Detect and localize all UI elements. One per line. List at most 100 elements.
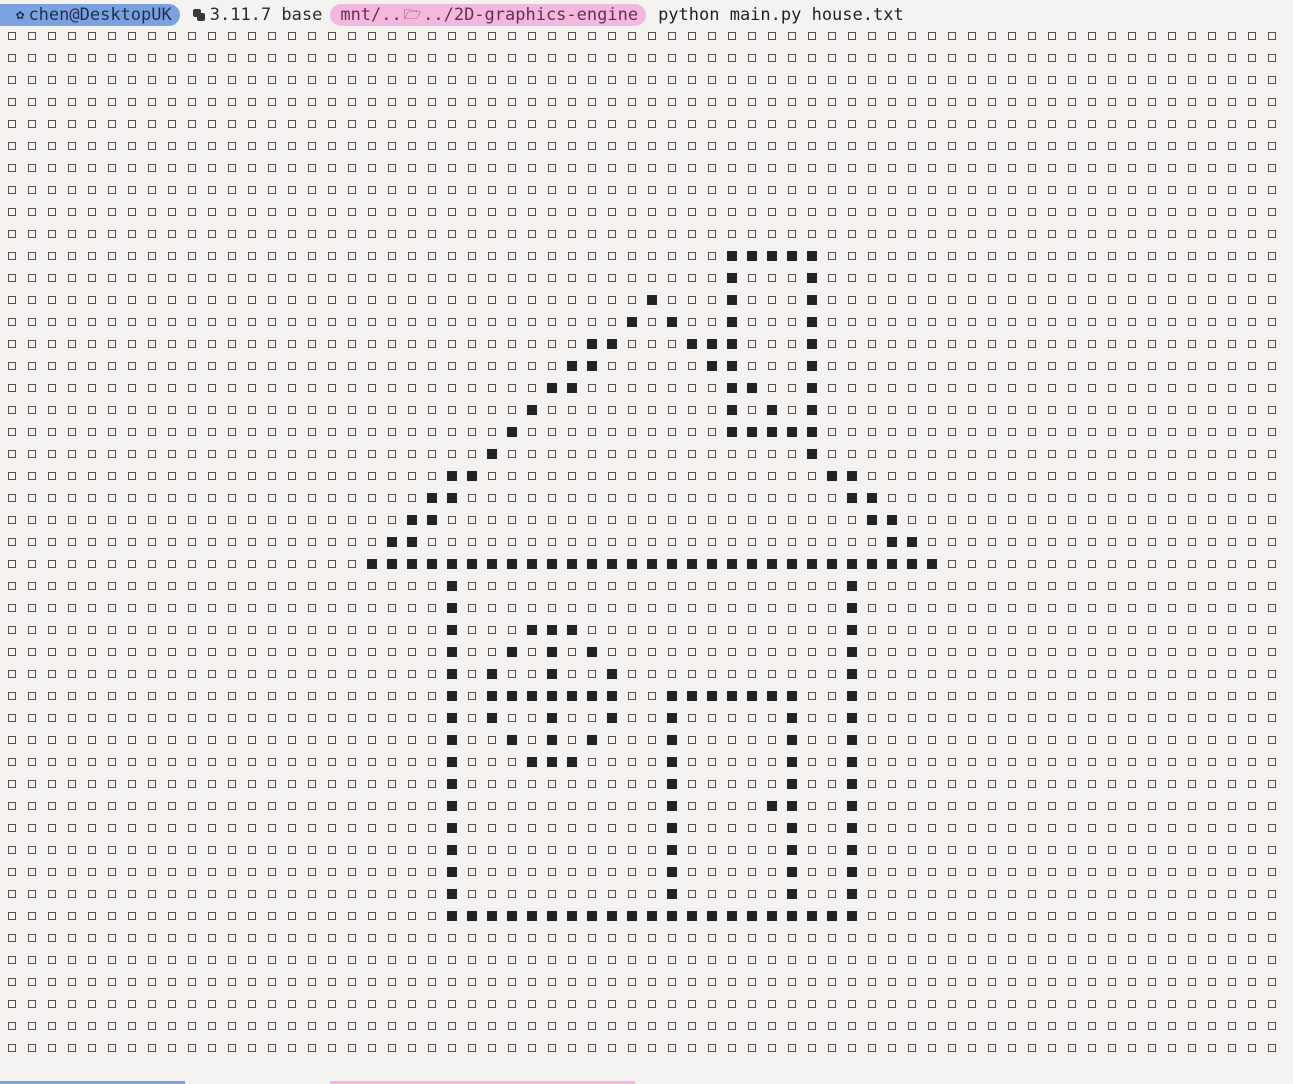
- empty-pixel: [848, 384, 856, 392]
- empty-pixel: [528, 142, 536, 150]
- empty-pixel: [768, 32, 776, 40]
- empty-pixel: [688, 164, 696, 172]
- empty-pixel: [488, 274, 496, 282]
- empty-pixel: [1268, 164, 1276, 172]
- empty-pixel: [1088, 978, 1096, 986]
- empty-pixel: [148, 780, 156, 788]
- empty-pixel: [568, 1044, 576, 1052]
- filled-pixel: [847, 625, 857, 635]
- empty-pixel: [68, 824, 76, 832]
- empty-pixel: [468, 670, 476, 678]
- filled-pixel: [727, 405, 737, 415]
- empty-pixel: [1208, 758, 1216, 766]
- empty-pixel: [1048, 626, 1056, 634]
- empty-pixel: [1208, 252, 1216, 260]
- empty-pixel: [208, 428, 216, 436]
- empty-pixel: [928, 1000, 936, 1008]
- empty-pixel: [968, 164, 976, 172]
- empty-pixel: [1168, 318, 1176, 326]
- empty-pixel: [428, 846, 436, 854]
- empty-pixel: [28, 340, 36, 348]
- terminal-window[interactable]: ✿ chen@DesktopUK 3.11.7 base mnt/.. 🗁 ..…: [0, 0, 1293, 1084]
- empty-pixel: [508, 1022, 516, 1030]
- empty-pixel: [768, 186, 776, 194]
- empty-pixel: [1228, 802, 1236, 810]
- empty-pixel: [988, 340, 996, 348]
- empty-pixel: [48, 648, 56, 656]
- empty-pixel: [828, 384, 836, 392]
- empty-pixel: [208, 736, 216, 744]
- empty-pixel: [1128, 406, 1136, 414]
- empty-pixel: [248, 538, 256, 546]
- empty-pixel: [808, 164, 816, 172]
- empty-pixel: [1088, 318, 1096, 326]
- empty-pixel: [428, 1022, 436, 1030]
- empty-pixel: [908, 1044, 916, 1052]
- empty-pixel: [428, 384, 436, 392]
- empty-pixel: [948, 956, 956, 964]
- empty-pixel: [928, 252, 936, 260]
- empty-pixel: [8, 164, 16, 172]
- empty-pixel: [448, 538, 456, 546]
- filled-pixel: [607, 911, 617, 921]
- empty-pixel: [428, 736, 436, 744]
- empty-pixel: [588, 450, 596, 458]
- empty-pixel: [628, 934, 636, 942]
- empty-pixel: [488, 120, 496, 128]
- filled-pixel: [847, 801, 857, 811]
- empty-pixel: [48, 450, 56, 458]
- empty-pixel: [928, 472, 936, 480]
- empty-pixel: [268, 98, 276, 106]
- empty-pixel: [748, 736, 756, 744]
- empty-pixel: [228, 340, 236, 348]
- empty-pixel: [708, 142, 716, 150]
- empty-pixel: [268, 604, 276, 612]
- empty-pixel: [268, 956, 276, 964]
- empty-pixel: [1068, 406, 1076, 414]
- empty-pixel: [628, 208, 636, 216]
- empty-pixel: [548, 164, 556, 172]
- empty-pixel: [1168, 428, 1176, 436]
- empty-pixel: [1248, 692, 1256, 700]
- empty-pixel: [668, 362, 676, 370]
- empty-pixel: [628, 978, 636, 986]
- empty-pixel: [768, 1022, 776, 1030]
- empty-pixel: [388, 208, 396, 216]
- empty-pixel: [228, 274, 236, 282]
- empty-pixel: [268, 274, 276, 282]
- filled-pixel: [567, 625, 577, 635]
- empty-pixel: [268, 670, 276, 678]
- empty-pixel: [148, 450, 156, 458]
- empty-pixel: [1068, 714, 1076, 722]
- empty-pixel: [1248, 1022, 1256, 1030]
- empty-pixel: [1008, 32, 1016, 40]
- empty-pixel: [308, 736, 316, 744]
- empty-pixel: [208, 186, 216, 194]
- empty-pixel: [228, 32, 236, 40]
- empty-pixel: [88, 186, 96, 194]
- empty-pixel: [248, 802, 256, 810]
- empty-pixel: [468, 846, 476, 854]
- empty-pixel: [928, 450, 936, 458]
- empty-pixel: [1048, 142, 1056, 150]
- empty-pixel: [448, 384, 456, 392]
- empty-pixel: [928, 670, 936, 678]
- empty-pixel: [988, 890, 996, 898]
- empty-pixel: [588, 1022, 596, 1030]
- empty-pixel: [1148, 494, 1156, 502]
- empty-pixel: [1108, 472, 1116, 480]
- empty-pixel: [1228, 98, 1236, 106]
- empty-pixel: [588, 890, 596, 898]
- empty-pixel: [828, 670, 836, 678]
- empty-pixel: [508, 582, 516, 590]
- empty-pixel: [268, 164, 276, 172]
- empty-pixel: [188, 1044, 196, 1052]
- empty-pixel: [228, 296, 236, 304]
- empty-pixel: [68, 538, 76, 546]
- empty-pixel: [28, 362, 36, 370]
- empty-pixel: [988, 912, 996, 920]
- empty-pixel: [88, 648, 96, 656]
- filled-pixel: [827, 559, 837, 569]
- empty-pixel: [48, 120, 56, 128]
- filled-pixel: [887, 559, 897, 569]
